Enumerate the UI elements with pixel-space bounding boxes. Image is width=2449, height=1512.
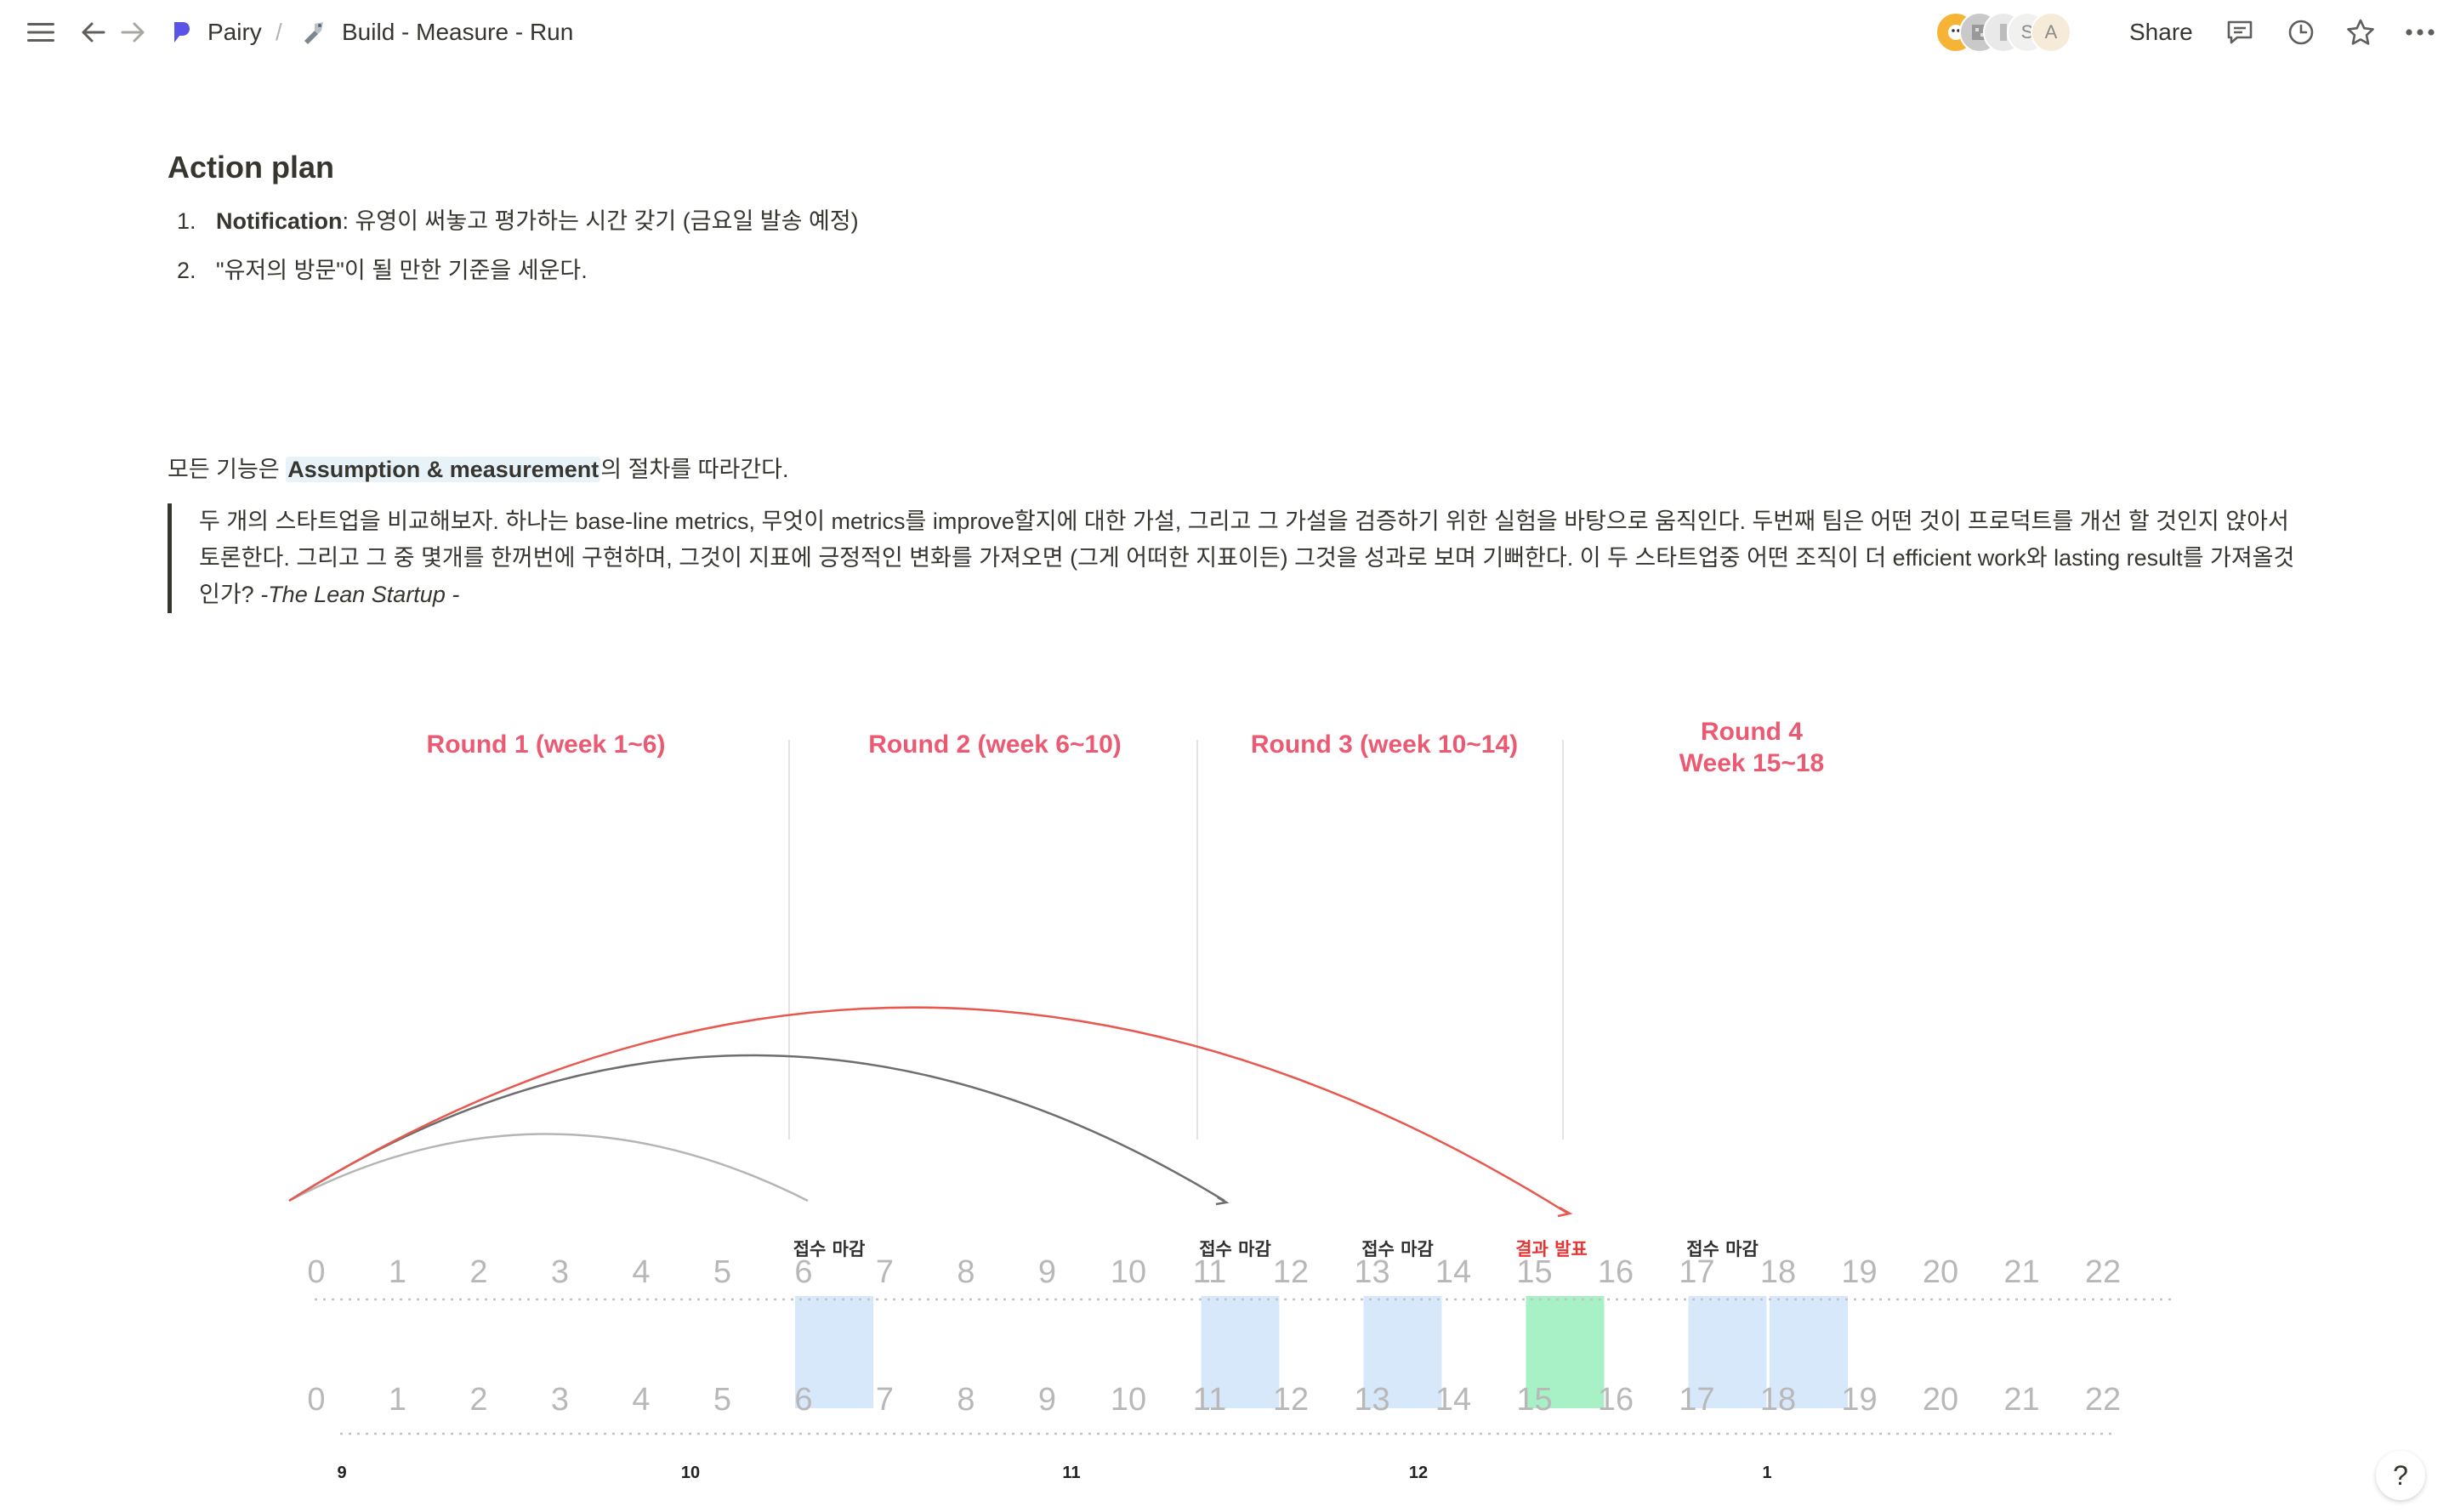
list-number: 2. — [177, 258, 196, 283]
week-number: 6 — [794, 1382, 812, 1418]
arc-dark — [288, 1054, 1225, 1202]
week-number: 12 — [1273, 1254, 1309, 1290]
month-label: 12 — [1409, 1464, 1428, 1482]
menu-icon[interactable] — [24, 17, 58, 48]
top-bar: Pairy / Build - Measure - Run S A Share — [0, 0, 2449, 65]
week-number: 13 — [1354, 1254, 1389, 1290]
quote-block[interactable]: 두 개의 스타트업을 비교해보자. 하나는 base-line metrics,… — [168, 503, 2299, 613]
week-number: 19 — [1841, 1254, 1877, 1290]
month-row: 9 10 11 12 1 — [337, 1464, 1771, 1482]
arrowhead — [1215, 1196, 1230, 1206]
week-number: 10 — [1111, 1254, 1146, 1290]
list-item-bold: Notification — [216, 208, 343, 234]
timeline-arcs — [288, 1006, 1573, 1218]
week-number: 8 — [957, 1254, 974, 1290]
star-icon[interactable] — [2344, 15, 2378, 49]
week-number: 15 — [1516, 1254, 1552, 1290]
avatar-letter: A — [2044, 21, 2058, 43]
collaborator-avatars[interactable]: S A — [1935, 12, 2105, 53]
week-number: 17 — [1679, 1382, 1714, 1418]
week-number: 22 — [2085, 1254, 2121, 1290]
comment-icon[interactable] — [2223, 15, 2257, 49]
week-number: 19 — [1841, 1382, 1877, 1418]
week-number: 3 — [551, 1254, 569, 1290]
week-number: 5 — [713, 1254, 731, 1290]
paragraph-suffix: 의 절차를 따라간다. — [600, 457, 789, 482]
week-number: 18 — [1760, 1254, 1796, 1290]
month-label: 1 — [1762, 1464, 1771, 1482]
week-number: 2 — [469, 1382, 487, 1418]
list-item-text: : 유영이 써놓고 평가하는 시간 갖기 (금요일 발송 예정) — [342, 208, 859, 234]
timeline-diagram[interactable]: Round 1 (week 1~6) Round 2 (week 6~10) Rou… — [0, 680, 2449, 1512]
week-number: 17 — [1679, 1254, 1714, 1290]
paragraph-prefix: 모든 기능은 — [168, 457, 287, 482]
week-number: 4 — [632, 1382, 650, 1418]
week-number: 12 — [1273, 1382, 1309, 1418]
arc-red — [288, 1006, 1569, 1215]
share-button[interactable]: Share — [2129, 15, 2193, 49]
quote-text: 두 개의 스타트업을 비교해보자. 하나는 base-line metrics,… — [199, 509, 2295, 607]
round-label: Round 2 (week 6~10) — [868, 730, 1122, 759]
week-number: 22 — [2085, 1382, 2121, 1418]
week-number: 1 — [389, 1382, 406, 1418]
arc-light — [288, 1133, 809, 1202]
week-number: 0 — [307, 1382, 325, 1418]
week-number: 1 — [389, 1254, 406, 1290]
round-label: Round 4 — [1701, 718, 1803, 746]
back-arrow-icon[interactable] — [77, 17, 109, 48]
week-number: 4 — [632, 1254, 650, 1290]
week-number: 9 — [1038, 1254, 1056, 1290]
list-item[interactable]: 1. Notification: 유영이 써놓고 평가하는 시간 갖기 (금요일 … — [177, 204, 859, 238]
highlighted-text: Assumption & measurement — [286, 457, 601, 482]
paragraph[interactable]: 모든 기능은 Assumption & measurement의 절차를 따라간… — [168, 452, 789, 486]
week-number: 20 — [1923, 1254, 1958, 1290]
round-label: Round 3 (week 10~14) — [1251, 730, 1518, 759]
month-label: 11 — [1062, 1464, 1080, 1482]
round-label: Round 1 (week 1~6) — [427, 730, 666, 759]
month-label: 9 — [337, 1464, 346, 1482]
round-divider-lines — [788, 740, 1564, 1140]
week-number: 5 — [713, 1382, 731, 1418]
round-label: Week 15~18 — [1679, 749, 1824, 777]
week-number: 8 — [957, 1382, 974, 1418]
pairy-logo-icon — [170, 19, 192, 46]
week-rows: 접수 마감 접수 마감 접수 마감 접수 마감결과 발표001122334455667… — [307, 1239, 2177, 1435]
list-item[interactable]: 2. "유저의 방문"이 될 만한 기준을 세운다. — [177, 253, 588, 287]
more-dots-icon[interactable] — [2403, 15, 2437, 49]
quote-citation: -The Lean Startup - — [260, 582, 460, 607]
forward-arrow-icon[interactable] — [117, 17, 150, 48]
history-clock-icon[interactable] — [2284, 15, 2318, 49]
week-number: 16 — [1598, 1382, 1634, 1418]
week-number: 0 — [307, 1254, 325, 1290]
breadcrumb-separator: / — [276, 19, 282, 45]
list-item-text: "유저의 방문"이 될 만한 기준을 세운다. — [216, 258, 588, 283]
month-label: 10 — [681, 1464, 700, 1482]
week-number: 7 — [876, 1382, 894, 1418]
round-labels: Round 1 (week 1~6) Round 2 (week 6~10) Rou… — [427, 718, 1825, 777]
list-number: 1. — [177, 208, 196, 234]
week-number: 21 — [2003, 1254, 2039, 1290]
week-number: 2 — [469, 1254, 487, 1290]
breadcrumb-page-title[interactable]: Build - Measure - Run — [342, 15, 573, 49]
week-number: 9 — [1038, 1382, 1056, 1418]
section-heading[interactable]: Action plan — [168, 150, 334, 185]
breadcrumb-workspace[interactable]: Pairy — [207, 15, 262, 49]
avatar[interactable]: A — [2031, 12, 2071, 53]
help-button[interactable]: ? — [2376, 1451, 2425, 1500]
week-number: 11 — [1193, 1382, 1226, 1418]
week-number: 15 — [1516, 1382, 1552, 1418]
week-number: 21 — [2003, 1382, 2039, 1418]
week-number: 20 — [1923, 1382, 1958, 1418]
week-number: 3 — [551, 1382, 569, 1418]
week-number: 16 — [1598, 1254, 1634, 1290]
week-number: 14 — [1435, 1254, 1471, 1290]
week-number: 6 — [794, 1254, 812, 1290]
week-number: 18 — [1760, 1382, 1796, 1418]
week-number: 10 — [1111, 1382, 1146, 1418]
week-number: 11 — [1193, 1254, 1226, 1290]
week-number: 14 — [1435, 1382, 1471, 1418]
page-emoji-icon — [298, 17, 328, 48]
week-number: 13 — [1354, 1382, 1389, 1418]
week-number: 7 — [876, 1254, 894, 1290]
